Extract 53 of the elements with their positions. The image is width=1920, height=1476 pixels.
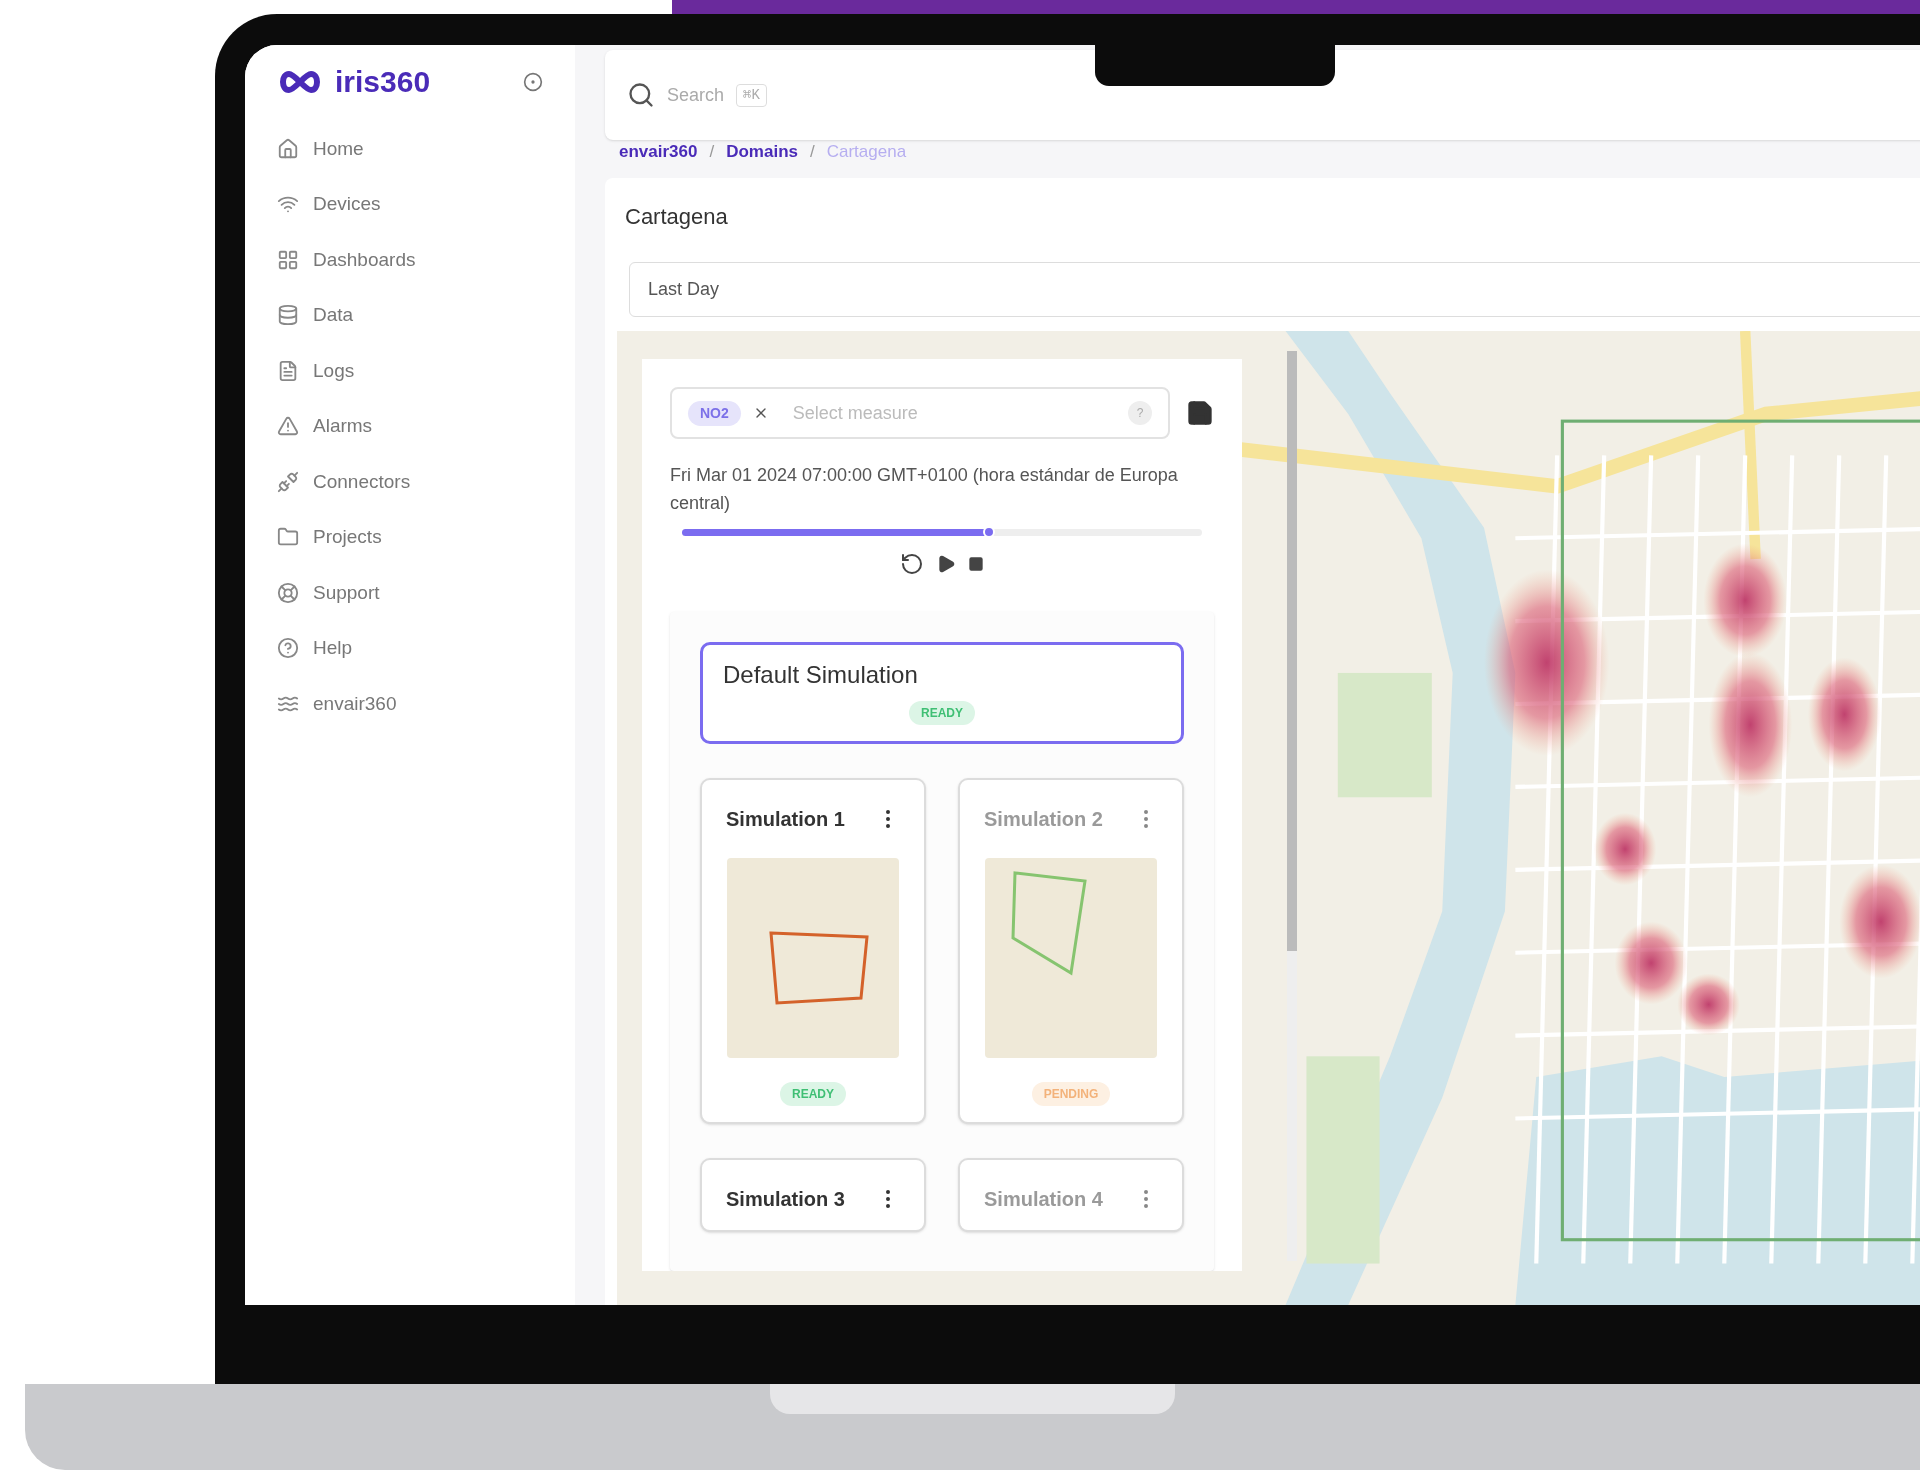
simulation-name: Default Simulation	[723, 660, 919, 690]
simulation-name: Simulation 2	[984, 807, 1103, 832]
simulation-card[interactable]: Simulation 3	[700, 1158, 926, 1232]
app-logo: iris360	[335, 67, 431, 97]
count-badge: ?	[1128, 401, 1152, 425]
status-badge: PENDING	[1031, 1082, 1111, 1106]
document-icon	[277, 359, 299, 382]
sidebar-item[interactable]: Support	[277, 565, 543, 621]
breadcrumb-link[interactable]: Domains	[726, 139, 798, 165]
keyboard-shortcut: ⌘K	[736, 83, 767, 107]
search-field[interactable]: Search	[667, 81, 725, 109]
replay-icon[interactable]	[900, 552, 924, 576]
stop-icon[interactable]	[968, 556, 984, 572]
page-title: Cartagena	[625, 203, 729, 231]
status-badge: READY	[780, 1082, 846, 1106]
breadcrumb-separator: /	[709, 141, 715, 164]
period-field[interactable]: Last Day	[629, 262, 1920, 317]
sidebar-item[interactable]: Devices	[277, 176, 543, 232]
scroll-bar[interactable]	[1287, 351, 1297, 1261]
simulation-name: Simulation 1	[726, 807, 845, 832]
help-icon	[277, 637, 299, 660]
save-icon[interactable]	[1186, 399, 1214, 427]
slider-thumb[interactable]	[982, 526, 995, 538]
infinity-logo-icon	[277, 70, 323, 94]
simulation-name: Simulation 3	[726, 1187, 845, 1212]
sidebar-item[interactable]: Logs	[277, 343, 543, 399]
timeline-slider[interactable]	[682, 529, 1202, 536]
sidebar-item[interactable]: Dashboards	[277, 232, 543, 288]
sidebar-item[interactable]: Data	[277, 287, 543, 343]
sidebar-item[interactable]: Help	[277, 620, 543, 676]
plug-icon	[277, 470, 299, 493]
grid-icon	[277, 248, 299, 271]
search-icon	[627, 81, 655, 109]
sidebar-item[interactable]: envair360	[277, 676, 543, 732]
timestamp-text: Fri Mar 01 2024 07:00:00 GMT+0100 (hora estándar de Europa central)	[670, 464, 1179, 515]
collapse-icon[interactable]	[523, 72, 543, 92]
sidebar-item[interactable]: Projects	[277, 509, 543, 565]
play-icon[interactable]	[936, 554, 956, 574]
measure-chip: NO2	[688, 400, 741, 426]
breadcrumb-separator: /	[810, 141, 815, 164]
default-simulation-card[interactable]: Default Simulation READY	[700, 642, 1184, 744]
simulation-card[interactable]: Simulation 1 READY	[700, 778, 926, 1124]
measure-field[interactable]: NO2 Select measure ?	[670, 387, 1170, 439]
database-icon	[277, 304, 299, 327]
breadcrumb-link[interactable]: envair360	[619, 139, 698, 165]
home-icon	[277, 137, 299, 160]
simulation-name: Simulation 4	[984, 1187, 1103, 1212]
sidebar-item[interactable]: Alarms	[277, 398, 543, 454]
status-badge: READY	[909, 701, 975, 725]
lifebuoy-icon	[277, 581, 299, 604]
sidebar-item[interactable]: Connectors	[277, 454, 543, 510]
sidebar-item[interactable]: Home	[277, 121, 543, 177]
warning-icon	[277, 415, 299, 438]
